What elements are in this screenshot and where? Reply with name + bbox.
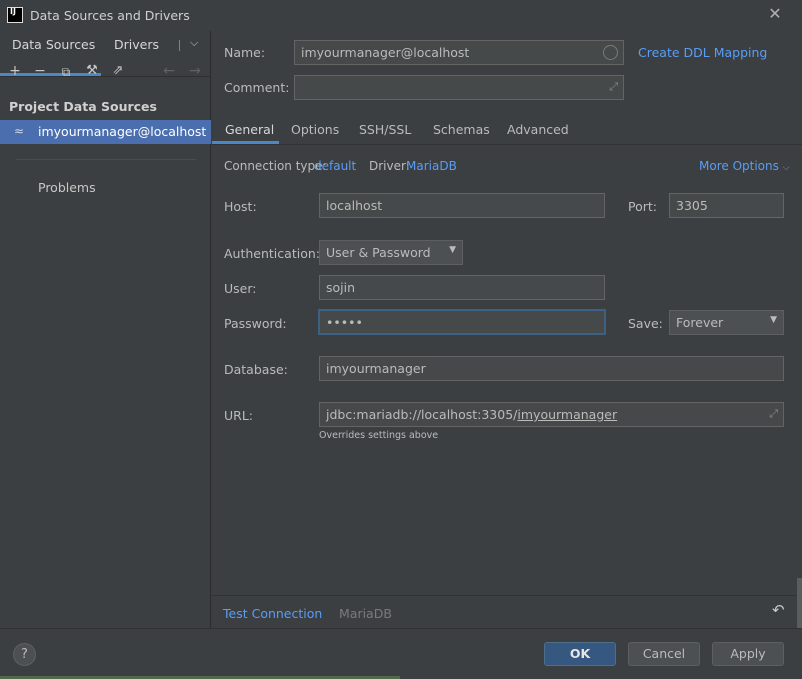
more-options-label: More Options xyxy=(699,159,779,173)
ok-button[interactable]: OK xyxy=(544,642,616,666)
url-hint: Overrides settings above xyxy=(319,430,439,441)
help-button[interactable]: ? xyxy=(13,643,36,666)
forward-arrow-icon[interactable]: → xyxy=(187,63,203,79)
save-label: Save: xyxy=(628,316,663,331)
apply-button[interactable]: Apply xyxy=(712,642,784,666)
name-field[interactable]: imyourmanager@localhost xyxy=(294,40,624,65)
divider xyxy=(212,144,802,145)
comment-label: Comment: xyxy=(224,80,290,95)
connection-type-label: Connection type: xyxy=(224,159,327,173)
chevron-down-icon[interactable]: ⌵ xyxy=(190,36,198,50)
color-circle-icon[interactable] xyxy=(603,45,618,60)
user-label: User: xyxy=(224,281,257,296)
database-label: Database: xyxy=(224,362,288,377)
host-field[interactable]: localhost xyxy=(319,193,605,218)
authentication-label: Authentication: xyxy=(224,246,320,261)
tab-drivers[interactable]: Drivers xyxy=(114,37,159,52)
password-field[interactable]: ••••• xyxy=(318,309,606,335)
data-source-item[interactable]: ≈ imyourmanager@localhost xyxy=(0,120,211,144)
authentication-value: User & Password xyxy=(326,245,431,260)
save-select[interactable]: Forever ▼ xyxy=(669,310,784,335)
test-connection-link[interactable]: Test Connection xyxy=(223,606,322,621)
divider xyxy=(212,595,802,596)
comment-field[interactable]: ⤢ xyxy=(294,75,624,100)
problems-item[interactable]: Problems xyxy=(38,180,96,195)
tab-ssh-ssl[interactable]: SSH/SSL xyxy=(359,122,411,137)
expand-icon[interactable]: ⤢ xyxy=(609,80,618,94)
remove-icon[interactable]: − xyxy=(32,63,48,79)
title-bar: IJ Data Sources and Drivers ✕ xyxy=(0,0,802,31)
wrench-icon[interactable]: ⚒ xyxy=(84,63,100,78)
mariadb-icon: ≈ xyxy=(14,124,25,138)
url-label: URL: xyxy=(224,408,254,423)
dialog-footer: ? OK Cancel Apply xyxy=(0,628,802,679)
tab-advanced[interactable]: Advanced xyxy=(507,122,569,137)
url-field[interactable]: jdbc:mariadb://localhost:3305/imyourmana… xyxy=(319,402,784,427)
save-value: Forever xyxy=(676,315,724,330)
host-label: Host: xyxy=(224,199,257,214)
dropdown-arrow-icon: ▼ xyxy=(449,245,456,255)
data-source-label: imyourmanager@localhost xyxy=(38,124,207,139)
scrollbar[interactable] xyxy=(797,578,802,628)
driver-status: MariaDB xyxy=(339,606,392,621)
tab-general[interactable]: General xyxy=(225,122,274,137)
user-field[interactable]: sojin xyxy=(319,275,605,300)
name-label: Name: xyxy=(224,45,266,60)
driver-label: Driver: xyxy=(369,159,410,173)
project-data-sources-heading: Project Data Sources xyxy=(9,99,157,114)
duplicate-icon[interactable]: ⧉ xyxy=(58,65,74,80)
add-icon[interactable]: + xyxy=(7,63,23,79)
authentication-select[interactable]: User & Password ▼ xyxy=(319,240,463,265)
port-field[interactable]: 3305 xyxy=(669,193,784,218)
divider xyxy=(16,159,196,160)
tab-separator xyxy=(179,40,180,51)
cancel-button[interactable]: Cancel xyxy=(628,642,700,666)
driver-link[interactable]: MariaDB xyxy=(406,159,457,173)
create-ddl-mapping-link[interactable]: Create DDL Mapping xyxy=(638,45,767,60)
url-database: imyourmanager xyxy=(517,407,618,422)
jump-to-icon[interactable]: ⇗ xyxy=(110,63,126,78)
name-value: imyourmanager@localhost xyxy=(301,45,470,60)
port-label: Port: xyxy=(628,199,657,214)
chevron-down-icon: ⌵ xyxy=(782,163,790,173)
intellij-logo-icon: IJ xyxy=(7,7,23,23)
tab-data-sources[interactable]: Data Sources xyxy=(12,37,95,52)
left-panel: Data Sources Drivers ⌵ + − ⧉ ⚒ ⇗ ← → Pro… xyxy=(0,31,211,628)
password-label: Password: xyxy=(224,316,287,331)
more-options-link[interactable]: More Options ⌵ xyxy=(699,159,790,173)
right-panel: Name: imyourmanager@localhost Create DDL… xyxy=(212,31,802,628)
connection-type-link[interactable]: default xyxy=(314,159,356,173)
back-arrow-icon[interactable]: ← xyxy=(161,63,177,79)
database-field[interactable]: imyourmanager xyxy=(319,356,784,381)
expand-icon[interactable]: ⤢ xyxy=(769,407,778,421)
close-icon[interactable]: ✕ xyxy=(766,4,784,24)
tab-schemas[interactable]: Schemas xyxy=(433,122,490,137)
url-prefix: jdbc:mariadb://localhost:3305/ xyxy=(326,407,518,422)
dropdown-arrow-icon: ▼ xyxy=(770,315,777,325)
revert-icon[interactable]: ↶ xyxy=(772,601,785,619)
tab-options[interactable]: Options xyxy=(291,122,339,137)
window-title: Data Sources and Drivers xyxy=(30,8,190,23)
